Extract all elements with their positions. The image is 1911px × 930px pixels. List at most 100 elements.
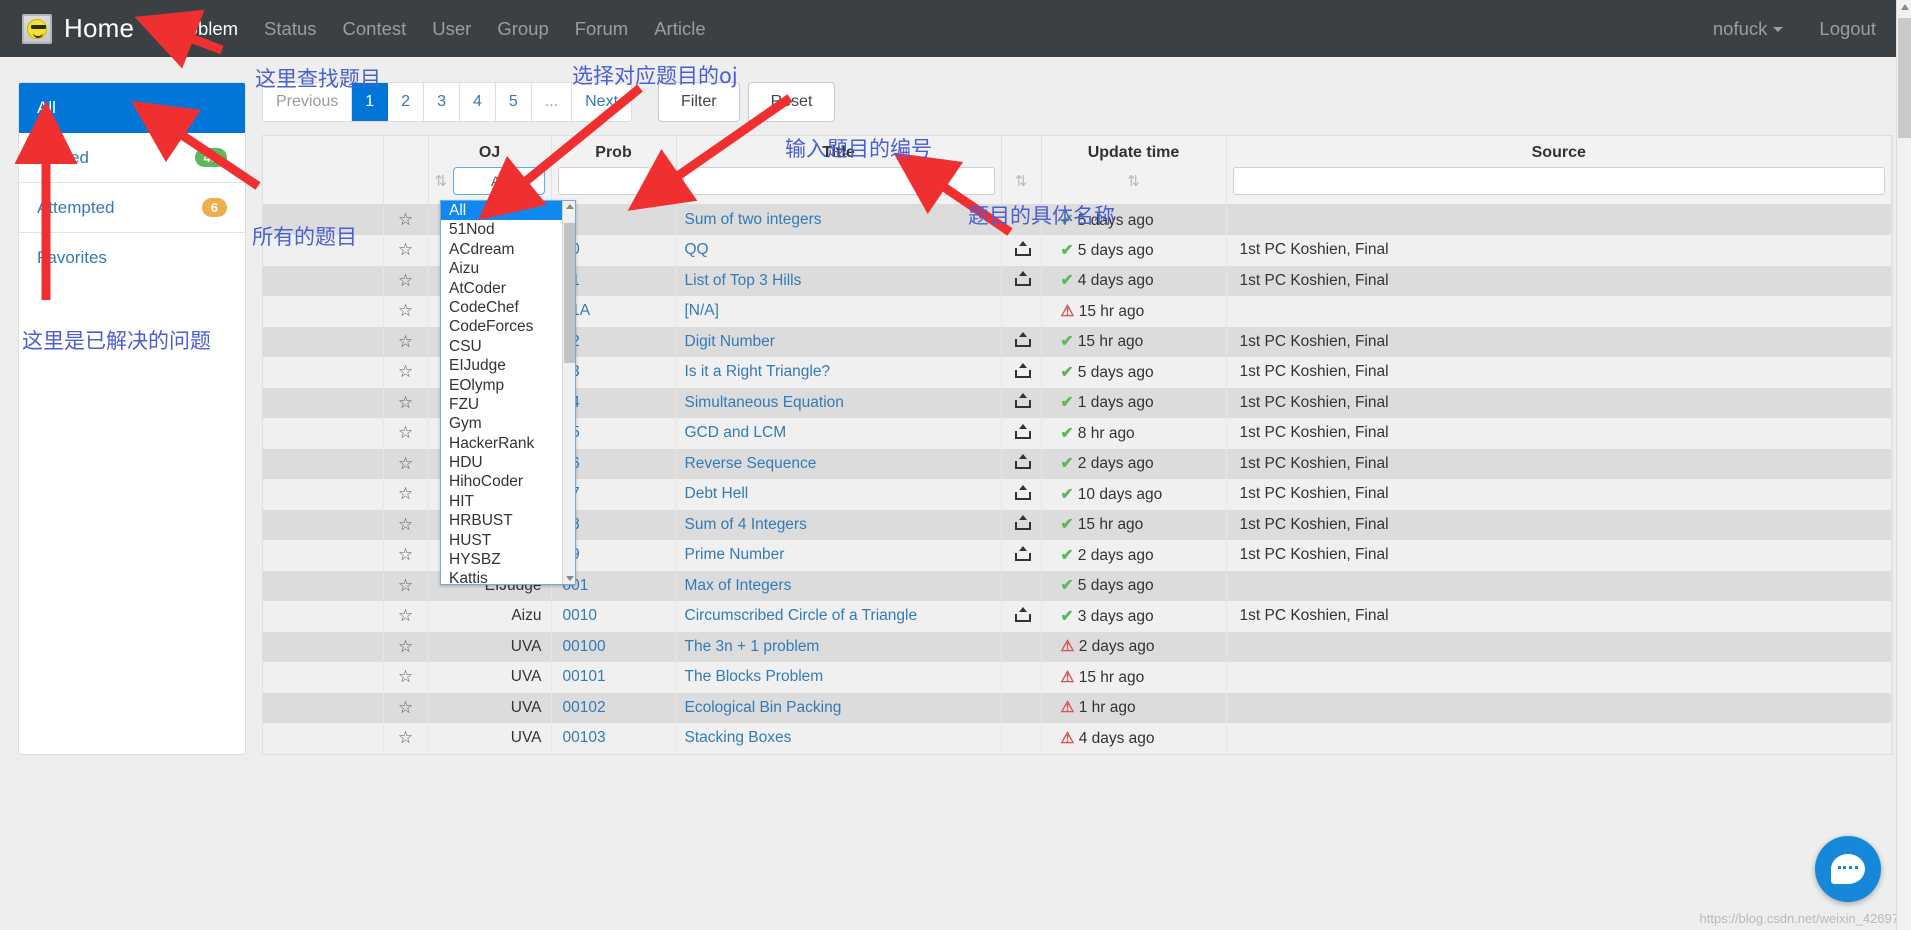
row-title-link[interactable]: [N/A] xyxy=(676,296,1002,327)
oj-option-hdu[interactable]: HDU xyxy=(441,453,575,472)
row-submit-cell[interactable] xyxy=(1001,509,1042,540)
favorite-star-icon[interactable]: ☆ xyxy=(383,387,429,418)
page-scroll-up-arrow-icon[interactable] xyxy=(1901,4,1909,10)
oj-option-hackerrank[interactable]: HackerRank xyxy=(441,434,575,453)
row-submit-cell[interactable] xyxy=(1001,540,1042,571)
submit-icon[interactable] xyxy=(1014,545,1031,561)
row-submit-cell[interactable] xyxy=(1001,418,1042,449)
row-submit-cell[interactable] xyxy=(1001,601,1042,632)
submit-icon[interactable] xyxy=(1014,393,1031,409)
favorite-star-icon[interactable]: ☆ xyxy=(383,479,429,510)
scroll-down-arrow-icon[interactable] xyxy=(566,576,574,581)
row-submit-cell[interactable] xyxy=(1001,265,1042,296)
row-submit-cell[interactable] xyxy=(1001,387,1042,418)
logout-button[interactable]: Logout xyxy=(1806,18,1889,40)
title-filter-input[interactable] xyxy=(682,167,995,195)
favorite-star-icon[interactable]: ☆ xyxy=(383,540,429,571)
table-row[interactable]: ☆ UVA 00103 Stacking Boxes ⚠ 4 days ago xyxy=(263,723,1892,754)
nav-link-problem[interactable]: Problem xyxy=(156,18,251,40)
submit-icon[interactable] xyxy=(1014,606,1031,622)
row-title-link[interactable]: Stacking Boxes xyxy=(676,723,1002,754)
row-submit-cell[interactable] xyxy=(1001,723,1042,754)
oj-option-csu[interactable]: CSU xyxy=(441,337,575,356)
oj-option-codeforces[interactable]: CodeForces xyxy=(441,317,575,336)
sort-icon-title[interactable]: ⇅ xyxy=(1015,173,1028,190)
page-scrollbar[interactable] xyxy=(1896,0,1911,930)
oj-filter-select[interactable]: All xyxy=(453,167,545,195)
submit-icon[interactable] xyxy=(1014,454,1031,470)
row-submit-cell[interactable] xyxy=(1001,235,1042,266)
row-prob-link[interactable]: 00103 xyxy=(551,723,677,754)
favorite-star-icon[interactable]: ☆ xyxy=(383,357,429,388)
favorite-star-icon[interactable]: ☆ xyxy=(383,418,429,449)
submit-icon[interactable] xyxy=(1014,423,1031,439)
th-source[interactable]: Source xyxy=(1226,136,1892,164)
row-title-link[interactable]: Circumscribed Circle of a Triangle xyxy=(676,601,1002,632)
pagination-page-5[interactable]: 5 xyxy=(495,83,532,121)
submit-icon[interactable] xyxy=(1014,271,1031,287)
row-submit-cell[interactable] xyxy=(1001,570,1042,601)
oj-option-hit[interactable]: HIT xyxy=(441,492,575,511)
user-menu-button[interactable]: nofuck xyxy=(1700,18,1797,40)
favorite-star-icon[interactable]: ☆ xyxy=(383,692,429,723)
oj-option-kattis[interactable]: Kattis xyxy=(441,569,575,584)
favorite-star-icon[interactable]: ☆ xyxy=(383,723,429,754)
row-submit-cell[interactable] xyxy=(1001,479,1042,510)
row-submit-cell[interactable] xyxy=(1001,692,1042,723)
row-submit-cell[interactable] xyxy=(1001,326,1042,357)
row-submit-cell[interactable] xyxy=(1001,357,1042,388)
submit-icon[interactable] xyxy=(1014,332,1031,348)
sort-icon-oj[interactable]: ⇅ xyxy=(435,172,448,190)
chat-widget-button[interactable] xyxy=(1815,836,1881,902)
oj-option-hust[interactable]: HUST xyxy=(441,531,575,550)
table-row[interactable]: ☆ UVA 00100 The 3n + 1 problem ⚠ 2 days ago xyxy=(263,631,1892,662)
oj-option-codechef[interactable]: CodeChef xyxy=(441,298,575,317)
oj-option-eolymp[interactable]: EOlymp xyxy=(441,376,575,395)
sort-icon-prob[interactable]: ⇅ xyxy=(657,172,670,190)
oj-option-atcoder[interactable]: AtCoder xyxy=(441,279,575,298)
oj-option-hysbz[interactable]: HYSBZ xyxy=(441,550,575,569)
nav-link-user[interactable]: User xyxy=(419,18,484,40)
favorite-star-icon[interactable]: ☆ xyxy=(383,631,429,662)
row-title-link[interactable]: Sum of two integers xyxy=(676,204,1002,235)
prob-filter-input[interactable] xyxy=(557,167,651,195)
pagination-page-4[interactable]: 4 xyxy=(459,83,496,121)
row-title-link[interactable]: Is it a Right Triangle? xyxy=(676,357,1002,388)
sort-icon-update-time[interactable]: ⇅ xyxy=(1127,173,1140,190)
row-submit-cell[interactable] xyxy=(1001,448,1042,479)
favorite-star-icon[interactable]: ☆ xyxy=(383,601,429,632)
nav-link-contest[interactable]: Contest xyxy=(330,18,420,40)
row-prob-link[interactable]: 00101 xyxy=(551,662,677,693)
sidebar-item-favorites[interactable]: Favorites xyxy=(19,233,245,283)
submit-icon[interactable] xyxy=(1014,362,1031,378)
row-title-link[interactable]: Max of Integers xyxy=(676,570,1002,601)
submit-icon[interactable] xyxy=(1014,515,1031,531)
table-row[interactable]: ☆ UVA 00101 The Blocks Problem ⚠ 15 hr ago xyxy=(263,662,1892,693)
favorite-star-icon[interactable]: ☆ xyxy=(383,448,429,479)
row-title-link[interactable]: The 3n + 1 problem xyxy=(676,631,1002,662)
row-title-link[interactable]: Debt Hell xyxy=(676,479,1002,510)
th-prob[interactable]: Prob xyxy=(551,136,677,164)
th-update-time[interactable]: Update time xyxy=(1041,136,1227,164)
favorite-star-icon[interactable]: ☆ xyxy=(383,509,429,540)
row-title-link[interactable]: Ecological Bin Packing xyxy=(676,692,1002,723)
oj-option-all[interactable]: All xyxy=(441,201,575,221)
favorite-star-icon[interactable]: ☆ xyxy=(383,296,429,327)
favorite-star-icon[interactable]: ☆ xyxy=(383,204,429,235)
favorite-star-icon[interactable]: ☆ xyxy=(383,235,429,266)
row-title-link[interactable]: List of Top 3 Hills xyxy=(676,265,1002,296)
page-scroll-thumb[interactable] xyxy=(1898,18,1911,138)
oj-option-51nod[interactable]: 51Nod xyxy=(441,220,575,239)
favorite-star-icon[interactable]: ☆ xyxy=(383,662,429,693)
oj-option-hrbust[interactable]: HRBUST xyxy=(441,511,575,530)
sidebar-item-solved[interactable]: Solved 45 xyxy=(19,133,245,183)
row-submit-cell[interactable] xyxy=(1001,631,1042,662)
dropdown-scroll-thumb[interactable] xyxy=(564,223,575,363)
sidebar-item-attempted[interactable]: Attempted 6 xyxy=(19,183,245,233)
row-title-link[interactable]: Simultaneous Equation xyxy=(676,387,1002,418)
pagination-page-2[interactable]: 2 xyxy=(388,83,425,121)
row-title-link[interactable]: The Blocks Problem xyxy=(676,662,1002,693)
favorite-star-icon[interactable]: ☆ xyxy=(383,265,429,296)
submit-icon[interactable] xyxy=(1014,240,1031,256)
oj-dropdown-list[interactable]: All 51Nod ACdream Aizu AtCoder CodeChef CodeFo… xyxy=(440,200,576,585)
